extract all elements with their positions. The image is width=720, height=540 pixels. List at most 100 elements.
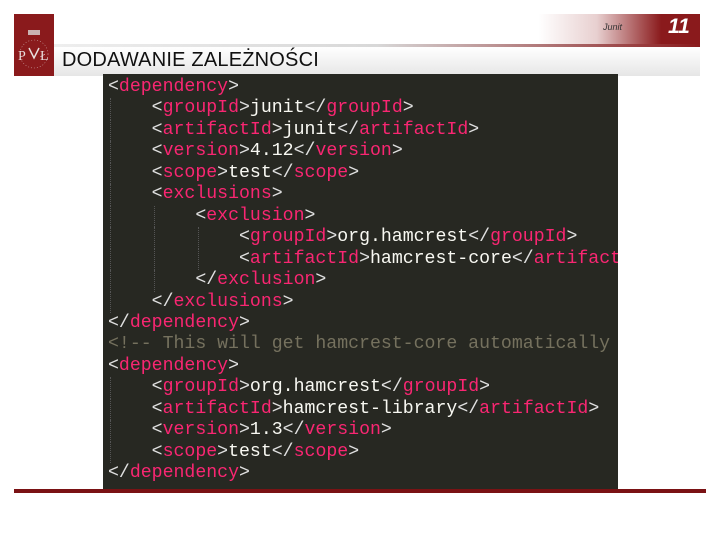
- xml-bracket: </: [380, 377, 403, 398]
- xml-bracket: >: [315, 270, 327, 291]
- indent-guide: [153, 205, 155, 228]
- xml-tag-name: groupId: [402, 377, 480, 398]
- code-line: <exclusion>: [108, 205, 618, 228]
- xml-bracket: <: [195, 205, 207, 226]
- xml-tag-name: version: [315, 141, 392, 162]
- code-line: <dependency>: [108, 356, 618, 377]
- code-line: <artifactId>junit</artifactId>: [108, 119, 618, 142]
- xml-value: junit: [282, 119, 338, 140]
- xml-bracket: >: [239, 98, 250, 119]
- xml-tag-name: artifactId: [249, 248, 360, 269]
- indent-guide: [110, 162, 111, 185]
- indent-guide: [110, 98, 111, 120]
- xml-bracket: >: [566, 227, 578, 248]
- xml-bracket: <: [151, 162, 163, 183]
- xml-bracket: <: [151, 119, 163, 140]
- indent-guide: [110, 377, 111, 399]
- xml-tag-name: dependency: [129, 312, 239, 333]
- xml-bracket: >: [282, 291, 294, 312]
- xml-bracket: </: [468, 227, 491, 248]
- code-line: </dependency>: [108, 463, 618, 484]
- indent-guide: [110, 205, 111, 228]
- xml-tag-name: groupId: [490, 227, 567, 248]
- xml-bracket: >: [348, 441, 360, 462]
- xml-bracket: <: [151, 141, 163, 162]
- svg-text:P: P: [18, 49, 26, 64]
- indent-guide: [197, 227, 199, 249]
- xml-tag-name: artifactId: [479, 398, 589, 419]
- svg-text:Ł: Ł: [40, 49, 49, 64]
- code-line: <groupId>junit</groupId>: [108, 98, 618, 120]
- code-line: </exclusions>: [108, 291, 618, 313]
- indent-guide: [153, 227, 155, 249]
- code-line: <scope>test</scope>: [108, 162, 618, 185]
- code-line: <scope>test</scope>: [108, 441, 618, 464]
- xml-value: hamcrest-library: [282, 398, 458, 419]
- xml-tag-name: scope: [162, 441, 218, 462]
- xml-value: hamcrest-core: [369, 248, 512, 269]
- xml-bracket: <: [151, 420, 163, 441]
- xml-tag-name: dependency: [118, 77, 229, 97]
- xml-value: org.hamcrest: [337, 227, 469, 248]
- xml-bracket: <: [108, 77, 119, 97]
- indent-guide: [153, 248, 155, 271]
- xml-bracket: >: [468, 119, 480, 140]
- xml-bracket: <: [108, 355, 119, 376]
- indent-guide: [110, 248, 111, 271]
- code-line: <artifactId>hamcrest-core</artifactId>: [108, 248, 618, 271]
- code-line: <groupId>org.hamcrest</groupId>: [108, 377, 618, 399]
- code-line: <dependency>: [108, 77, 618, 98]
- indent-guide: [110, 441, 111, 464]
- xml-bracket: </: [271, 441, 294, 462]
- xml-tag-name: groupId: [162, 98, 239, 119]
- xml-bracket: </: [195, 270, 218, 291]
- xml-value: test: [228, 162, 272, 183]
- xml-tag-name: artifactId: [162, 398, 272, 419]
- xml-bracket: </: [108, 312, 130, 333]
- university-logo: P Ł: [14, 14, 54, 76]
- xml-bracket: </: [511, 248, 534, 269]
- xml-bracket: </: [293, 141, 316, 162]
- xml-bracket: >: [348, 162, 360, 183]
- xml-tag-name: scope: [293, 441, 349, 462]
- xml-bracket: <: [151, 98, 163, 119]
- xml-bracket: <: [238, 248, 250, 269]
- xml-tag-name: groupId: [249, 227, 327, 248]
- xml-tag-name: exclusion: [206, 205, 305, 226]
- indent-guide: [110, 398, 111, 421]
- code-line: <groupId>org.hamcrest</groupId>: [108, 227, 618, 249]
- xml-bracket: >: [239, 463, 250, 484]
- xml-comment: <!-- This will get hamcrest-core automat…: [108, 334, 618, 355]
- xml-tag-name: scope: [293, 162, 349, 183]
- xml-bracket: >: [217, 441, 229, 462]
- code-line: </exclusion>: [108, 270, 618, 292]
- xml-tag-name: dependency: [118, 355, 229, 376]
- xml-bracket: >: [271, 184, 283, 205]
- xml-bracket: <: [238, 227, 250, 248]
- indent-guide: [153, 270, 155, 292]
- code-line: <exclusions>: [108, 184, 618, 206]
- xml-bracket: >: [479, 377, 491, 398]
- xml-tag-name: version: [304, 420, 381, 441]
- xml-bracket: >: [228, 77, 239, 97]
- xml-tag-name: version: [162, 141, 239, 162]
- xml-value: 4.12: [249, 141, 294, 162]
- xml-tag-name: artifactId: [359, 119, 469, 140]
- xml-bracket: <: [151, 398, 163, 419]
- code-lines: <dependency> <groupId>junit</groupId> <a…: [108, 77, 618, 485]
- xml-bracket: >: [217, 162, 229, 183]
- xml-bracket: >: [391, 141, 403, 162]
- xml-bracket: </: [457, 398, 480, 419]
- code-block: <dependency> <groupId>junit</groupId> <a…: [103, 74, 618, 489]
- code-line: <version>4.12</version>: [108, 141, 618, 163]
- xml-bracket: </: [151, 291, 174, 312]
- indent-guide: [110, 291, 111, 313]
- xml-tag-name: dependency: [129, 463, 239, 484]
- xml-bracket: >: [239, 141, 250, 162]
- xml-bracket: </: [304, 98, 327, 119]
- xml-bracket: >: [239, 377, 250, 398]
- xml-bracket: <: [151, 184, 163, 205]
- xml-tag-name: exclusions: [173, 291, 283, 312]
- xml-tag-name: scope: [162, 162, 218, 183]
- xml-tag-name: artifactId: [162, 119, 272, 140]
